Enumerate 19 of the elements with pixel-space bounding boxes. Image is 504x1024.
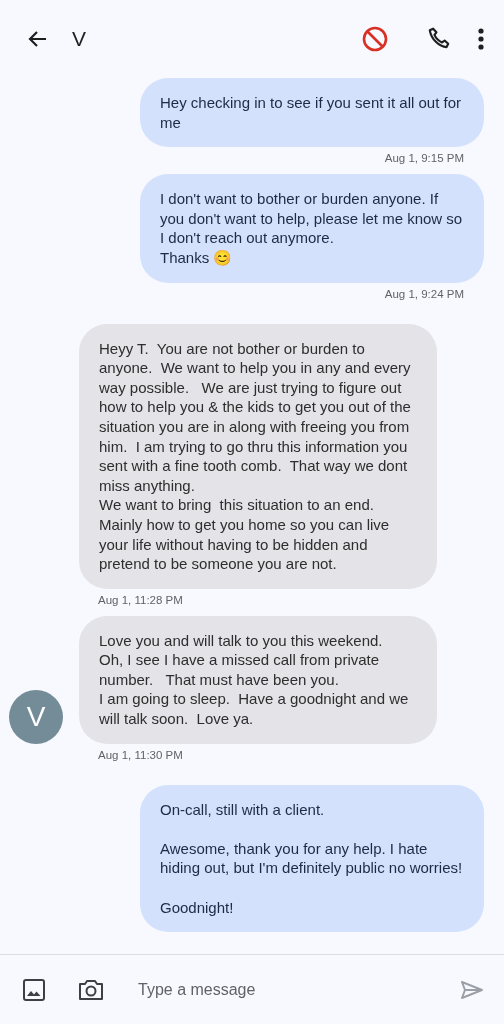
sent-message[interactable]: I don't want to bother or burden anyone. If you don't want to help, please let me know so I don't reach out anymore. Thanks 😊 xyxy=(140,174,484,283)
contact-avatar[interactable]: V xyxy=(9,689,63,744)
camera-icon xyxy=(78,977,104,1002)
more-vertical-icon xyxy=(478,28,484,50)
sent-message[interactable]: Hey checking in to see if you sent it all out for me xyxy=(140,78,484,148)
block-icon xyxy=(362,26,388,52)
message-input-field[interactable]: Type a message xyxy=(136,979,460,1000)
received-message[interactable]: Heyy T. You are not bother or burden to anyone. We want to help you in any and every way possible. We are just trying to figure out how to help you & the kids to get you out of the situation you are in along with freeing you from him. I am trying to go thru this information you sent with a fine tooth comb. That way we dont miss anything. We want to bring this situation to an end. Mainly how to get you home so you can live your life without having to be hidden and pretend to be someone you are not. xyxy=(79,323,437,589)
message-timestamp: Aug 1, 11:30 PM xyxy=(97,748,184,761)
camera-button[interactable] xyxy=(78,977,104,1002)
image-icon xyxy=(22,977,46,1002)
message-timestamp: Aug 1, 9:15 PM xyxy=(383,152,465,165)
contact-name: V xyxy=(72,27,87,51)
message-timestamp: Aug 1, 11:28 PM xyxy=(97,593,184,606)
gallery-button[interactable] xyxy=(22,977,46,1002)
message-timestamp: Aug 1, 9:24 PM xyxy=(383,287,465,300)
send-icon xyxy=(460,979,484,1000)
received-message[interactable]: Love you and will talk to you this weekend. Oh, I see I have a missed call from private number. That must have been you. I am going to sleep. Have a goodnight and we will talk soon. Love ya. xyxy=(79,615,437,744)
sent-message[interactable]: On-call, still with a client. Awesome, thank you for any help. I hate hiding out, but I'm definitely public no worries! Goodnight! xyxy=(140,784,484,933)
